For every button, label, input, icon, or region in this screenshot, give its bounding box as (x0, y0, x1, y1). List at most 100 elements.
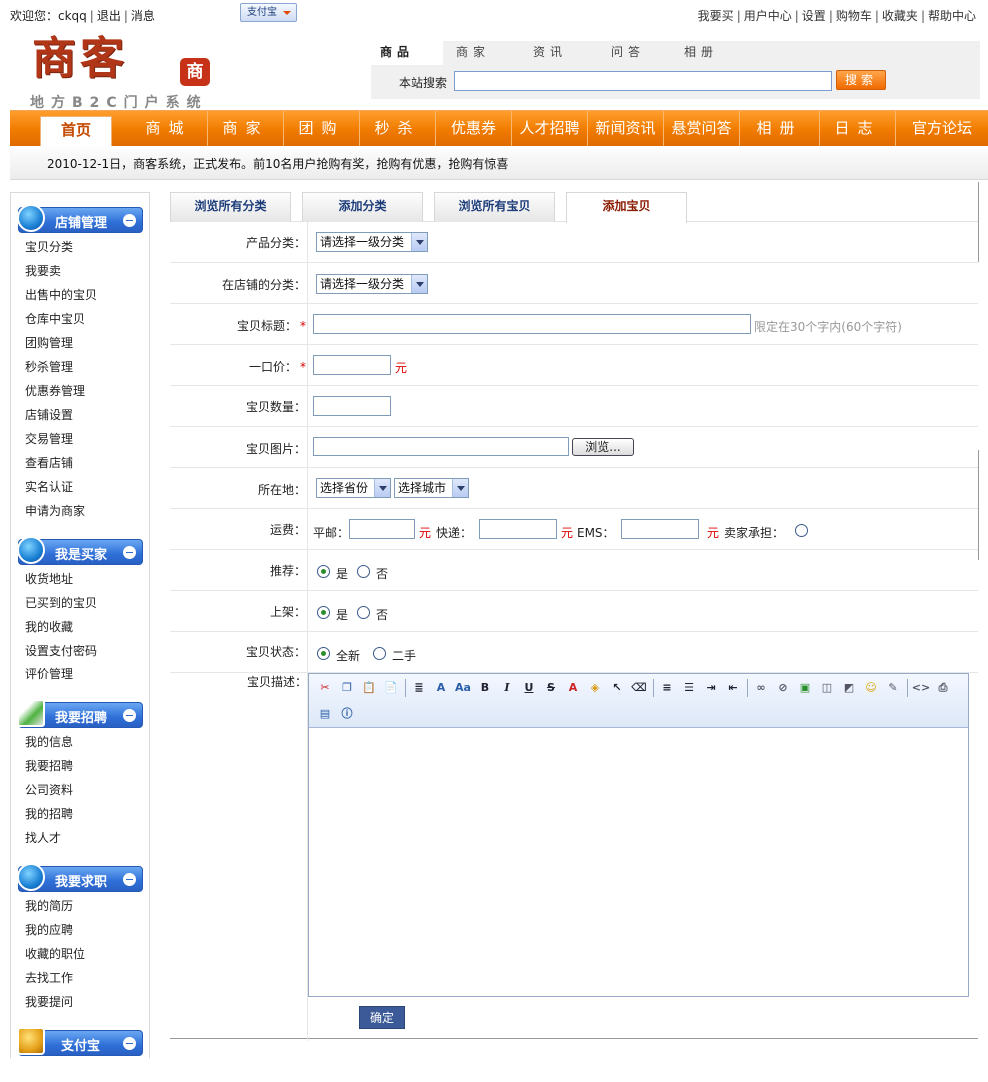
ship-normal-input[interactable] (349, 519, 415, 539)
collapse-icon[interactable] (123, 546, 136, 559)
nav-jobs[interactable]: 人才招聘 (512, 111, 588, 147)
eraser-icon[interactable]: ⌫ (629, 678, 649, 698)
sidebar-item[interactable]: 设置支付密码 (25, 642, 97, 659)
announcement-text[interactable]: 2010-12-1日，商客系统，正式发布。前10名用户抢购有奖，抢购有优惠，抢购… (47, 155, 508, 172)
sidebar-item[interactable]: 我要卖 (25, 262, 61, 279)
city-select[interactable]: 选择城市 (394, 478, 469, 498)
shelf-no-radio[interactable] (357, 606, 370, 619)
sidebar-item[interactable]: 仓库中宝贝 (25, 310, 85, 327)
sidebar-item[interactable]: 我的应聘 (25, 921, 73, 938)
sidebar-item[interactable]: 实名认证 (25, 478, 73, 495)
sidebar-item[interactable]: 团购管理 (25, 334, 73, 351)
sidebar-item[interactable]: 交易管理 (25, 430, 73, 447)
pointer-icon[interactable]: ↖ (607, 678, 627, 698)
italic-icon[interactable]: I (497, 678, 517, 698)
link-favorites[interactable]: 收藏夹 (882, 9, 918, 23)
collapse-icon[interactable] (123, 873, 136, 886)
search-input[interactable] (454, 71, 832, 91)
edit-icon[interactable]: ✎ (883, 678, 903, 698)
indent-icon[interactable]: ⇥ (701, 678, 721, 698)
print-icon[interactable]: ⎙ (933, 678, 953, 698)
editor-content-area[interactable] (309, 729, 968, 996)
sidebar-item[interactable]: 我的招聘 (25, 805, 73, 822)
status-used-radio[interactable] (373, 647, 386, 660)
sidebar-item[interactable]: 我的收藏 (25, 618, 73, 635)
submit-button[interactable]: 确定 (359, 1006, 405, 1029)
flash-icon[interactable]: ◫ (817, 678, 837, 698)
sidebar-group-shop[interactable]: 店铺管理 (17, 204, 143, 233)
copy-icon[interactable]: ❐ (337, 678, 357, 698)
underline-icon[interactable]: U (519, 678, 539, 698)
search-tab-products[interactable]: 商品 (371, 41, 443, 65)
tab-browse-categories[interactable]: 浏览所有分类 (170, 192, 291, 222)
font-family-icon[interactable]: A (431, 678, 451, 698)
cut-icon[interactable]: ✂ (315, 678, 335, 698)
paste-text-icon[interactable]: 📄 (381, 678, 401, 698)
category-select[interactable]: 请选择一级分类 (316, 232, 428, 252)
nav-mall[interactable]: 商城 (130, 111, 208, 147)
bold-icon[interactable]: B (475, 678, 495, 698)
sidebar-item[interactable]: 收货地址 (25, 570, 73, 587)
collapse-icon[interactable] (123, 214, 136, 227)
strikethrough-icon[interactable]: S (541, 678, 561, 698)
tab-add-category[interactable]: 添加分类 (302, 192, 423, 222)
about-icon[interactable]: ⓘ (337, 704, 357, 724)
search-tab-album[interactable]: 相册 (684, 41, 744, 65)
link-buy[interactable]: 我要买 (698, 9, 734, 23)
status-new-radio[interactable] (317, 647, 330, 660)
format-icon[interactable]: ≣ (409, 678, 429, 698)
sidebar-item[interactable]: 评价管理 (25, 665, 73, 682)
shelf-yes-radio[interactable] (317, 606, 330, 619)
sidebar-item[interactable]: 去找工作 (25, 969, 73, 986)
nav-merchants[interactable]: 商家 (208, 111, 284, 147)
align-icon[interactable]: ≡ (657, 678, 677, 698)
sidebar-group-recruit[interactable]: 我要招聘 (17, 699, 143, 728)
collapse-icon[interactable] (123, 709, 136, 722)
image-path-input[interactable] (313, 437, 569, 456)
site-logo[interactable]: 商客 商 地方B2C门户系统 (30, 34, 220, 111)
logout-link[interactable]: 退出 (97, 9, 121, 23)
sidebar-item[interactable]: 收藏的职位 (25, 945, 85, 962)
unlink-icon[interactable]: ⊘ (773, 678, 793, 698)
alipay-dropdown[interactable]: 支付宝 (240, 3, 297, 22)
nav-coupons[interactable]: 优惠券 (436, 111, 512, 147)
font-color-icon[interactable]: A (563, 678, 583, 698)
emoticon-icon[interactable]: ☺ (861, 678, 881, 698)
fullscreen-icon[interactable]: ▤ (315, 704, 335, 724)
seller-pays-radio[interactable] (795, 524, 808, 537)
nav-blog[interactable]: 日志 (820, 111, 896, 147)
link-settings[interactable]: 设置 (802, 9, 826, 23)
sidebar-group-jobseek[interactable]: 我要求职 (17, 863, 143, 892)
sidebar-group-alipay[interactable]: 支付宝 (17, 1027, 143, 1056)
link-cart[interactable]: 购物车 (836, 9, 872, 23)
sidebar-item[interactable]: 秒杀管理 (25, 358, 73, 375)
browse-button[interactable]: 浏览... (572, 438, 634, 456)
province-select[interactable]: 选择省份 (316, 478, 391, 498)
outdent-icon[interactable]: ⇤ (723, 678, 743, 698)
nav-home[interactable]: 首页 (40, 116, 112, 147)
sidebar-item[interactable]: 找人才 (25, 829, 61, 846)
collapse-icon[interactable] (123, 1037, 136, 1050)
paste-icon[interactable]: 📋 (359, 678, 379, 698)
sidebar-item[interactable]: 我的信息 (25, 733, 73, 750)
sidebar-item[interactable]: 出售中的宝贝 (25, 286, 97, 303)
sidebar-item[interactable]: 公司资料 (25, 781, 73, 798)
sidebar-item[interactable]: 查看店铺 (25, 454, 73, 471)
sidebar-item[interactable]: 我要招聘 (25, 757, 73, 774)
nav-groupbuy[interactable]: 团购 (284, 111, 360, 147)
search-tab-merchants[interactable]: 商家 (456, 41, 516, 65)
ship-ems-input[interactable] (621, 519, 699, 539)
sidebar-item[interactable]: 申请为商家 (25, 502, 85, 519)
bullet-list-icon[interactable]: ☰ (679, 678, 699, 698)
nav-album[interactable]: 相册 (740, 111, 820, 147)
tab-add-item[interactable]: 添加宝贝 (566, 192, 687, 223)
recommend-yes-radio[interactable] (317, 565, 330, 578)
messages-link[interactable]: 消息 (131, 9, 155, 23)
title-input[interactable] (313, 314, 751, 334)
link-user-center[interactable]: 用户中心 (744, 9, 792, 23)
price-input[interactable] (313, 355, 391, 375)
link-help[interactable]: 帮助中心 (928, 9, 976, 23)
recommend-no-radio[interactable] (357, 565, 370, 578)
sidebar-item[interactable]: 店铺设置 (25, 406, 73, 423)
search-tab-qa[interactable]: 问答 (611, 41, 671, 65)
